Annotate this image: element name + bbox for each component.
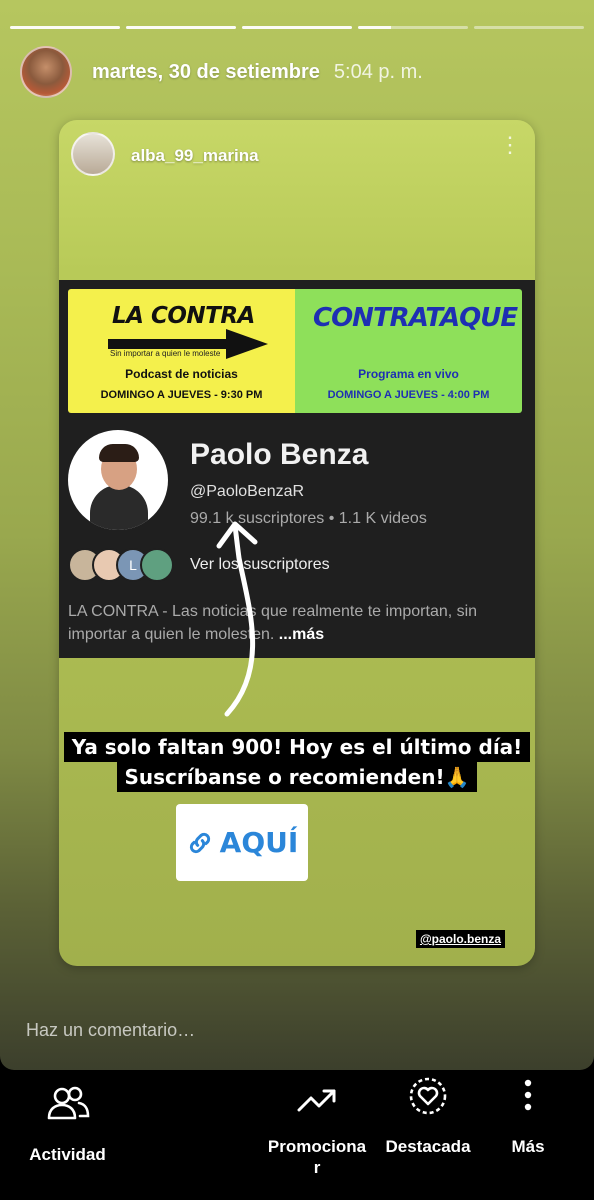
more-button[interactable]: Más — [496, 1078, 560, 1157]
progress-segment — [126, 26, 236, 29]
caption-line-1: Ya solo faltan 900! Hoy es el último día… — [63, 732, 531, 762]
story-date: martes, 30 de setiembre — [92, 60, 320, 83]
channel-banner: LA CONTRA Sin importar a quien le molest… — [68, 289, 522, 413]
activity-label: Actividad — [29, 1145, 106, 1164]
more-label: Más — [511, 1137, 545, 1156]
subscriber-avatar — [140, 548, 174, 582]
hand-drawn-arrow-icon — [216, 521, 258, 717]
promote-label: Promociona r — [268, 1136, 366, 1178]
story-progress-bar — [10, 26, 584, 29]
promote-label-line-1: Promociona — [267, 1137, 367, 1156]
highlight-label: Destacada — [385, 1137, 471, 1156]
banner-left-subtitle: Sin importar a quien le moleste — [110, 349, 221, 358]
mention-sticker[interactable]: @paolo.benza — [415, 930, 505, 948]
story-caption: Ya solo faltan 900! Hoy es el último día… — [59, 732, 535, 792]
reshared-post-card[interactable]: alba_99_marina ⋮ LA CONTRA Sin importar … — [59, 120, 535, 966]
highlight-heart-icon — [409, 1077, 447, 1115]
story-time: 5:04 p. m. — [333, 60, 423, 83]
banner-left-line1: Podcast de noticias — [125, 367, 238, 381]
youtube-channel-screenshot: LA CONTRA Sin importar a quien le molest… — [59, 280, 535, 658]
caption-line-2: Suscríbanse o recomienden!🙏 — [116, 762, 478, 792]
trending-up-icon — [297, 1089, 336, 1112]
channel-avatar — [68, 430, 168, 530]
reshared-user-avatar[interactable] — [71, 132, 115, 176]
reshared-username[interactable]: alba_99_marina — [131, 146, 259, 166]
channel-handle: @PaoloBenzaR — [190, 483, 305, 500]
story-header: martes, 30 de setiembre 5:04 p. m. — [20, 46, 574, 98]
progress-segment-current — [358, 26, 468, 29]
vertical-dots-icon — [524, 1079, 532, 1111]
promote-button[interactable]: Promociona r — [262, 1082, 372, 1178]
channel-name: Paolo Benza — [190, 438, 369, 471]
highlight-button[interactable]: Destacada — [380, 1074, 476, 1157]
link-sticker-label: AQUÍ — [219, 826, 299, 859]
promote-label-line-2: r — [313, 1158, 321, 1177]
story-viewer: martes, 30 de setiembre 5:04 p. m. alba_… — [0, 0, 594, 1070]
banner-contrataque: CONTRATAQUE Programa en vivo DOMINGO A J… — [295, 289, 522, 413]
bottom-action-bar: Actividad Promociona r Destacada Más — [0, 1070, 594, 1200]
banner-right-line2: DOMINGO A JUEVES - 4:00 PM — [327, 389, 490, 401]
subscriber-avatars: L — [68, 548, 174, 582]
link-sticker[interactable]: AQUÍ — [176, 804, 308, 881]
banner-right-line1: Programa en vivo — [358, 367, 459, 381]
comment-input[interactable]: Haz un comentario… — [26, 1020, 195, 1041]
link-icon — [189, 832, 210, 853]
activity-button[interactable]: Actividad — [20, 1084, 115, 1165]
progress-segment — [10, 26, 120, 29]
author-avatar[interactable] — [20, 46, 72, 98]
reshared-post-header: alba_99_marina ⋮ — [59, 120, 535, 280]
banner-right-title: CONTRATAQUE — [313, 303, 518, 333]
banner-left-line2: DOMINGO A JUEVES - 9:30 PM — [100, 389, 263, 401]
people-icon — [47, 1086, 89, 1120]
more-options-icon[interactable]: ⋮ — [499, 134, 521, 156]
progress-segment — [242, 26, 352, 29]
banner-left-title: LA CONTRA — [112, 303, 255, 329]
progress-segment — [474, 26, 584, 29]
banner-la-contra: LA CONTRA Sin importar a quien le molest… — [68, 289, 295, 413]
channel-description: LA CONTRA - Las noticias que realmente t… — [68, 600, 518, 646]
